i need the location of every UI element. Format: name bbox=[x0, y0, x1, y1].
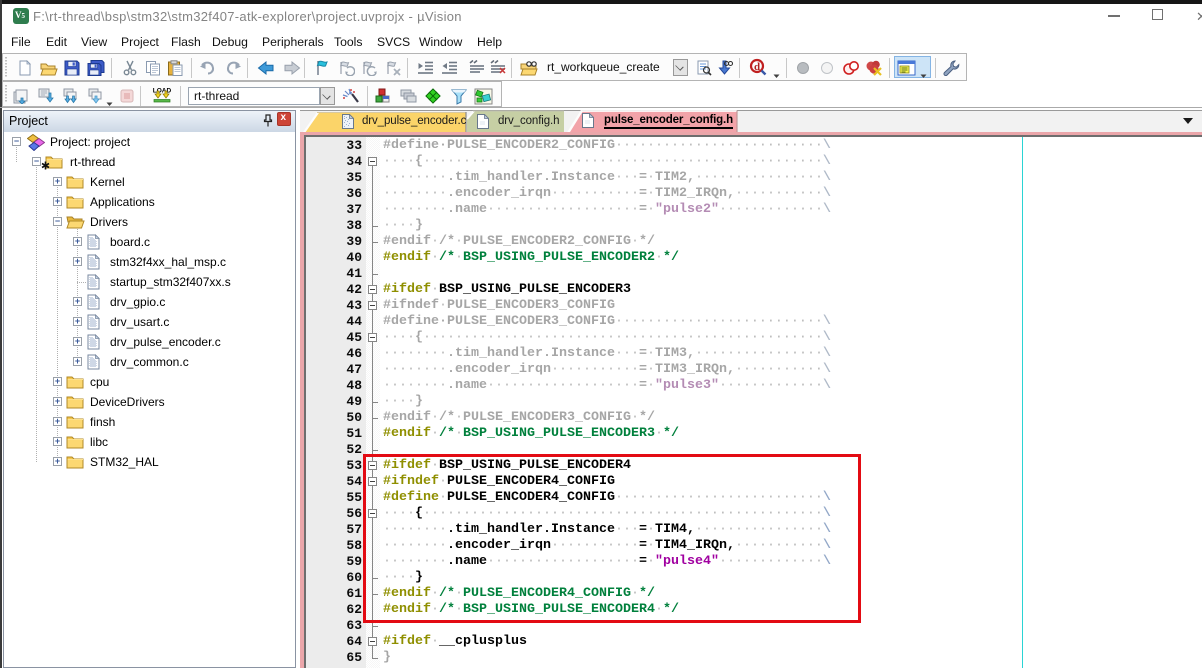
svg-text:d: d bbox=[754, 61, 760, 73]
svg-text:LOAD: LOAD bbox=[153, 88, 172, 95]
